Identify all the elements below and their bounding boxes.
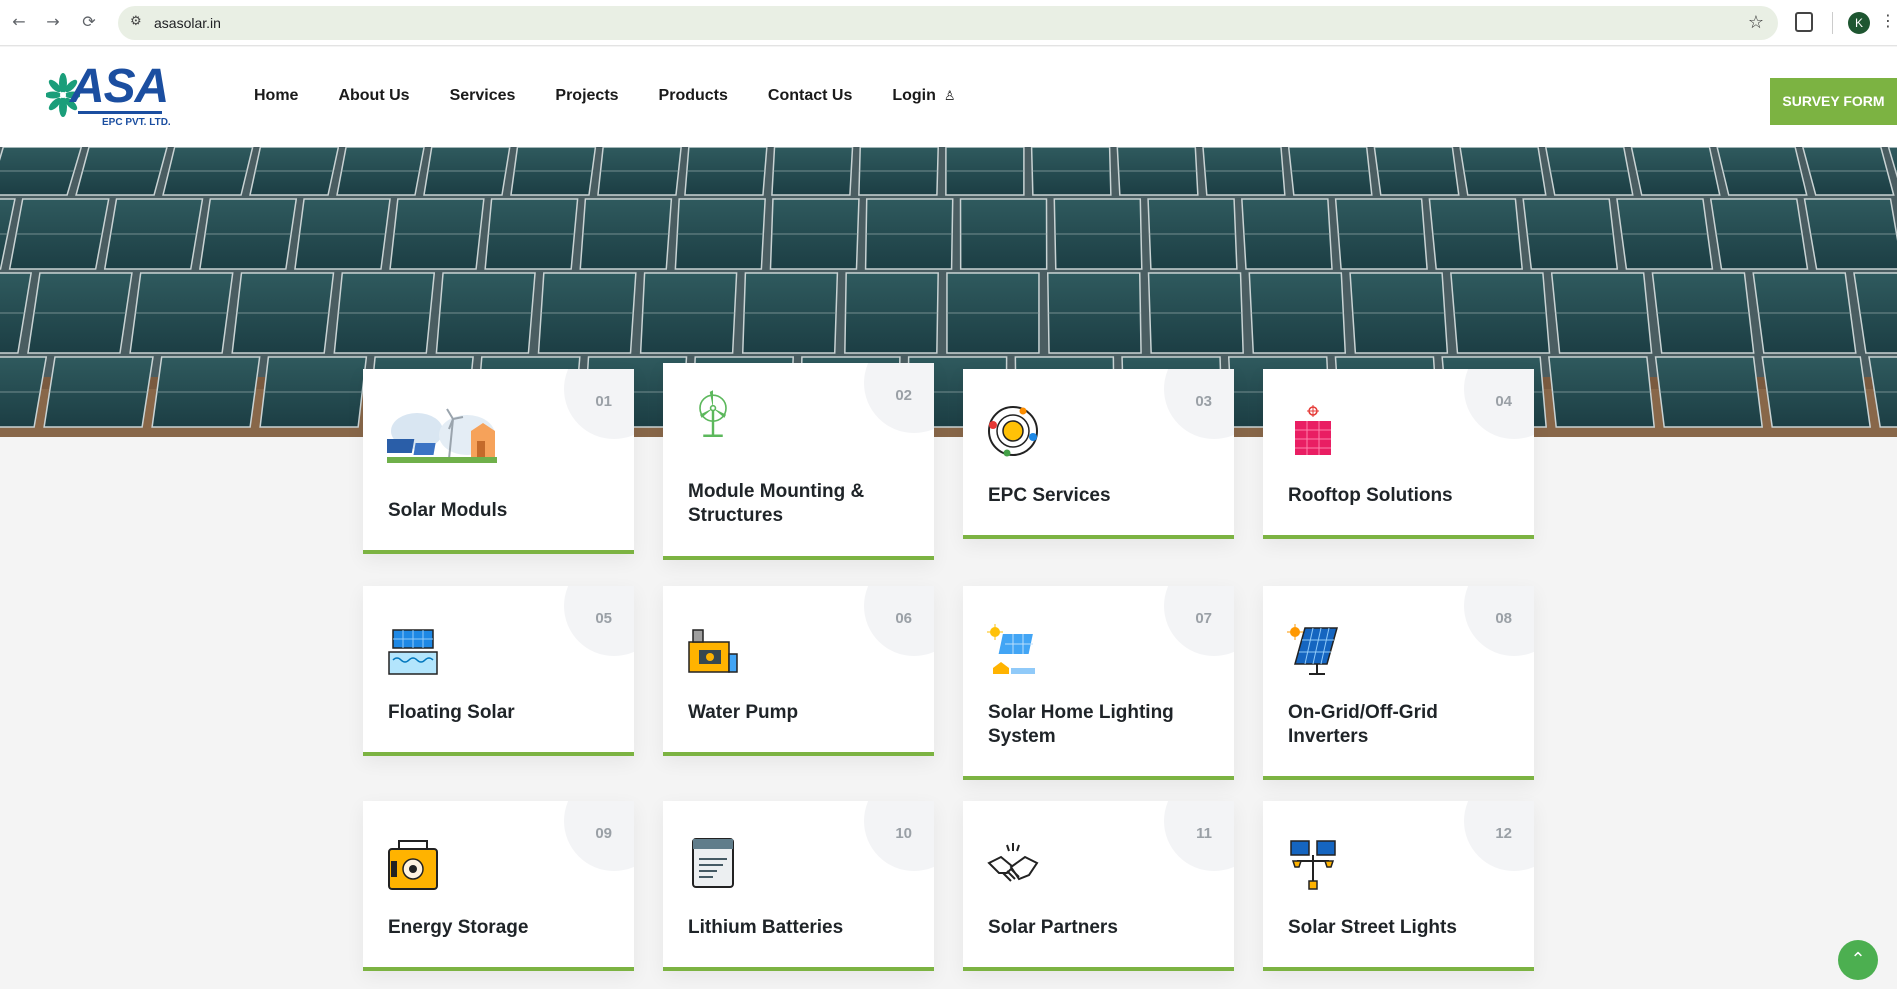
service-card-10[interactable]: 10 Lithium Batteries xyxy=(663,801,934,971)
url-text[interactable]: asasolar.in xyxy=(154,15,221,31)
nav-services[interactable]: Services xyxy=(450,87,516,105)
logo-brand-text: ASA xyxy=(70,60,169,113)
site-settings-icon[interactable]: ⚙ xyxy=(130,14,142,29)
water-pump-icon xyxy=(688,629,738,673)
nav-products[interactable]: Products xyxy=(659,87,728,105)
card-title: Solar Home Lighting System xyxy=(988,702,1174,747)
reload-icon[interactable]: ⟳ xyxy=(78,11,100,33)
service-card-11[interactable]: 11 Solar Partners xyxy=(963,801,1234,971)
user-icon: ♙ xyxy=(943,89,956,104)
chevron-up-icon: ⌃ xyxy=(1850,949,1866,970)
forward-icon[interactable]: → xyxy=(42,11,64,33)
card-number: 05 xyxy=(595,610,612,627)
nav-projects[interactable]: Projects xyxy=(555,87,618,105)
back-icon[interactable]: ← xyxy=(8,11,30,33)
logo-subtext: EPC PVT. LTD. xyxy=(102,117,171,128)
sun-orbit-icon xyxy=(988,406,1038,457)
service-card-09[interactable]: 09 Energy Storage xyxy=(363,801,634,971)
nav-home[interactable]: Home xyxy=(254,87,298,105)
service-card-12[interactable]: 12 Solar Street Lights xyxy=(1263,801,1534,971)
card-number: 01 xyxy=(595,393,612,410)
site-header: ASA EPC PVT. LTD. Home About Us Services… xyxy=(0,47,1897,147)
card-title: Module Mounting & Structures xyxy=(688,481,865,526)
service-card-03[interactable]: 03 EPC Services xyxy=(963,369,1234,539)
card-title: Rooftop Solutions xyxy=(1288,485,1453,506)
logo-underline xyxy=(78,111,162,114)
address-bar[interactable]: ⚙ asasolar.in ☆ xyxy=(118,6,1778,40)
survey-form-button[interactable]: SURVEY FORM xyxy=(1770,78,1897,125)
solar-panel-sun-icon xyxy=(1287,624,1338,675)
hero-banner xyxy=(0,147,1897,437)
card-number: 08 xyxy=(1495,610,1512,627)
toolbar-divider xyxy=(1832,12,1833,34)
card-number: 04 xyxy=(1495,393,1512,410)
service-card-07[interactable]: 07 Solar Home Lighting System xyxy=(963,586,1234,780)
site-logo[interactable]: ASA EPC PVT. LTD. xyxy=(46,59,171,131)
service-card-04[interactable]: 04 Rooftop Solutions xyxy=(1263,369,1534,539)
main-nav: Home About Us Services Projects Products… xyxy=(254,87,956,105)
nav-about-us[interactable]: About Us xyxy=(338,87,409,105)
bookmark-star-icon[interactable]: ☆ xyxy=(1748,12,1764,33)
card-number: 06 xyxy=(895,610,912,627)
card-title: Lithium Batteries xyxy=(688,917,844,938)
service-card-02[interactable]: 02 Module Mounting & Structures xyxy=(663,363,934,560)
service-card-08[interactable]: 08 On-Grid/Off-Grid Inverters xyxy=(1263,586,1534,780)
card-title: Energy Storage xyxy=(388,917,529,938)
card-number: 12 xyxy=(1495,825,1512,842)
nav-login-label: Login xyxy=(892,87,936,104)
browser-toolbar: ← → ⟳ ⚙ asasolar.in ☆ K ⋮ xyxy=(0,0,1897,46)
scroll-to-top-button[interactable]: ⌃ xyxy=(1838,940,1878,980)
home-lighting-icon xyxy=(987,624,1035,674)
card-number: 02 xyxy=(895,387,912,404)
card-title: Water Pump xyxy=(688,702,799,723)
card-number: 11 xyxy=(1196,825,1212,842)
card-number: 03 xyxy=(1195,393,1212,410)
card-title: EPC Services xyxy=(988,485,1111,506)
card-number: 07 xyxy=(1195,610,1212,627)
rooftop-panel-icon xyxy=(1295,405,1331,455)
card-title: Solar Street Lights xyxy=(1288,917,1457,938)
profile-avatar[interactable]: K xyxy=(1848,12,1870,34)
card-title: Solar Partners xyxy=(988,917,1118,938)
street-light-icon xyxy=(1290,840,1336,890)
card-number: 10 xyxy=(895,825,912,842)
solar-landscape-icon xyxy=(387,408,497,463)
nav-contact-us[interactable]: Contact Us xyxy=(768,87,852,105)
service-card-06[interactable]: 06 Water Pump xyxy=(663,586,934,756)
card-title: On-Grid/Off-Grid Inverters xyxy=(1288,702,1438,747)
solar-panels-image xyxy=(0,147,1897,437)
battery-icon xyxy=(388,840,438,890)
card-title: Solar Moduls xyxy=(388,500,508,521)
card-number: 09 xyxy=(595,825,612,842)
card-title: Floating Solar xyxy=(388,702,515,723)
service-card-01[interactable]: 01 Solar Moduls xyxy=(363,369,634,554)
wind-turbine-icon xyxy=(699,390,727,437)
browser-menu-icon[interactable]: ⋮ xyxy=(1880,11,1896,30)
nav-login[interactable]: Login ♙ xyxy=(892,87,955,105)
handshake-icon xyxy=(987,843,1039,882)
lithium-battery-icon xyxy=(692,838,734,888)
floating-solar-icon xyxy=(388,629,438,675)
extensions-icon[interactable] xyxy=(1795,12,1813,32)
service-card-05[interactable]: 05 Floating Solar xyxy=(363,586,634,756)
